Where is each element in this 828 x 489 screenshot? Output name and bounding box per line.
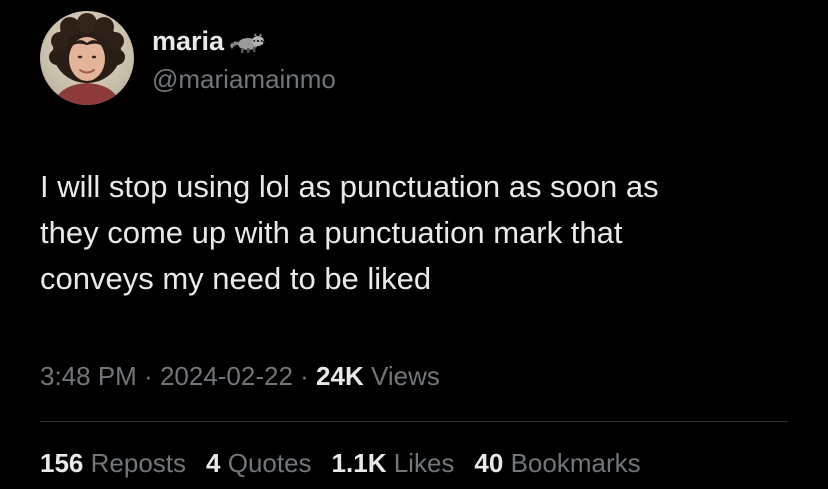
reposts-count: 156 xyxy=(40,448,84,478)
author-handle[interactable]: @mariamainmo xyxy=(152,62,336,96)
views-label: Views xyxy=(370,361,440,391)
meta-separator: · xyxy=(292,361,317,391)
tweet-time[interactable]: 3:48 PM xyxy=(40,361,137,391)
bookmarks-label: Bookmarks xyxy=(510,448,641,478)
tweet-text: I will stop using lol as punctuation as … xyxy=(40,169,659,296)
avatar[interactable] xyxy=(40,11,134,105)
tweet-date[interactable]: 2024-02-22 xyxy=(160,361,293,391)
views-count: 24K xyxy=(316,361,364,391)
display-name[interactable]: maria xyxy=(152,24,224,58)
quotes-label: Quotes xyxy=(227,448,312,478)
tweet-card: maria @mariamainmo I will stop using lol… xyxy=(0,0,828,489)
reposts-label: Reposts xyxy=(90,448,187,478)
author-name-row: maria xyxy=(152,24,266,58)
reposts-stat[interactable]: 156 Reposts xyxy=(40,445,186,481)
quotes-count: 4 xyxy=(206,448,221,478)
meta-separator: · xyxy=(136,361,160,391)
likes-stat[interactable]: 1.1K Likes xyxy=(332,445,455,481)
avatar-image xyxy=(40,11,134,105)
raccoon-icon xyxy=(228,30,266,56)
likes-label: Likes xyxy=(393,448,455,478)
divider xyxy=(40,421,788,422)
bookmarks-count: 40 xyxy=(474,448,504,478)
bookmarks-stat[interactable]: 40 Bookmarks xyxy=(474,445,640,481)
likes-count: 1.1K xyxy=(331,448,387,478)
tweet-meta: 3:48 PM · 2024-02-22 · 24K Views xyxy=(40,358,440,394)
quotes-stat[interactable]: 4 Quotes xyxy=(206,445,312,481)
engagement-stats: 156 Reposts 4 Quotes 1.1K Likes 40 Bookm… xyxy=(40,445,641,481)
